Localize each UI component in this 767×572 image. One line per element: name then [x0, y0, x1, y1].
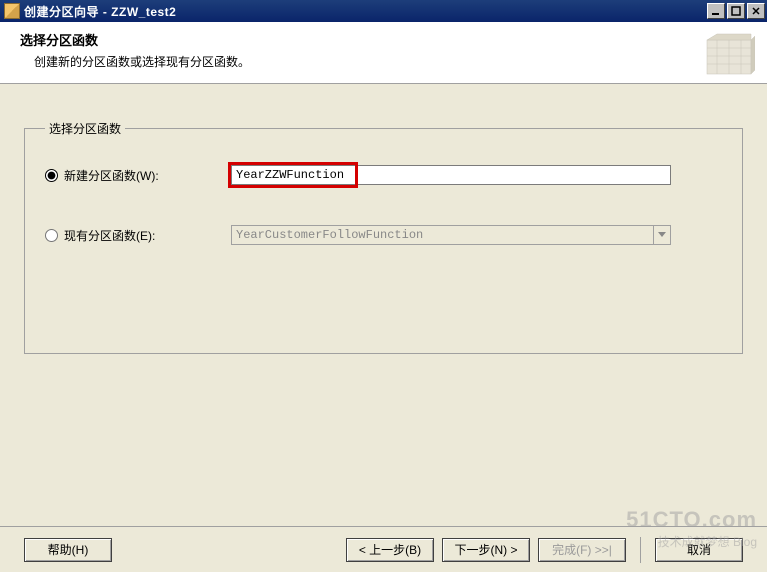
existing-function-value: YearCustomerFollowFunction	[231, 225, 653, 245]
cancel-button[interactable]: 取消	[655, 538, 743, 562]
title-bar: 创建分区向导 - ZZW_test2	[0, 0, 767, 22]
next-button[interactable]: 下一步(N) >	[442, 538, 530, 562]
maximize-button[interactable]	[727, 3, 745, 19]
wizard-body: 选择分区函数 新建分区函数(W): 现有分区函数(E):	[0, 84, 767, 526]
finish-button: 完成(F) >>|	[538, 538, 626, 562]
close-button[interactable]	[747, 3, 765, 19]
dropdown-arrow-button	[653, 225, 671, 245]
existing-function-radio[interactable]	[45, 229, 58, 242]
wizard-footer: 帮助(H) < 上一步(B) 下一步(N) > 完成(F) >>| 取消	[0, 526, 767, 572]
page-subtitle: 创建新的分区函数或选择现有分区函数。	[20, 53, 250, 70]
existing-function-dropdown: YearCustomerFollowFunction	[231, 225, 671, 245]
back-button[interactable]: < 上一步(B)	[346, 538, 434, 562]
new-function-input[interactable]	[231, 165, 671, 185]
existing-function-label-text: 现有分区函数(E):	[64, 227, 155, 244]
app-icon	[4, 3, 20, 19]
help-button[interactable]: 帮助(H)	[24, 538, 112, 562]
button-separator	[640, 537, 641, 563]
group-legend: 选择分区函数	[45, 120, 125, 137]
new-function-label-text: 新建分区函数(W):	[64, 167, 159, 184]
page-title: 选择分区函数	[20, 30, 250, 49]
window-title: 创建分区向导 - ZZW_test2	[24, 3, 176, 20]
partition-function-group: 选择分区函数 新建分区函数(W): 现有分区函数(E):	[24, 120, 743, 354]
new-function-radio[interactable]	[45, 169, 58, 182]
new-function-radio-label[interactable]: 新建分区函数(W):	[45, 167, 231, 184]
existing-function-radio-label[interactable]: 现有分区函数(E):	[45, 227, 231, 244]
wizard-icon	[703, 32, 755, 78]
wizard-header: 选择分区函数 创建新的分区函数或选择现有分区函数。	[0, 22, 767, 84]
chevron-down-icon	[658, 232, 666, 238]
minimize-button[interactable]	[707, 3, 725, 19]
